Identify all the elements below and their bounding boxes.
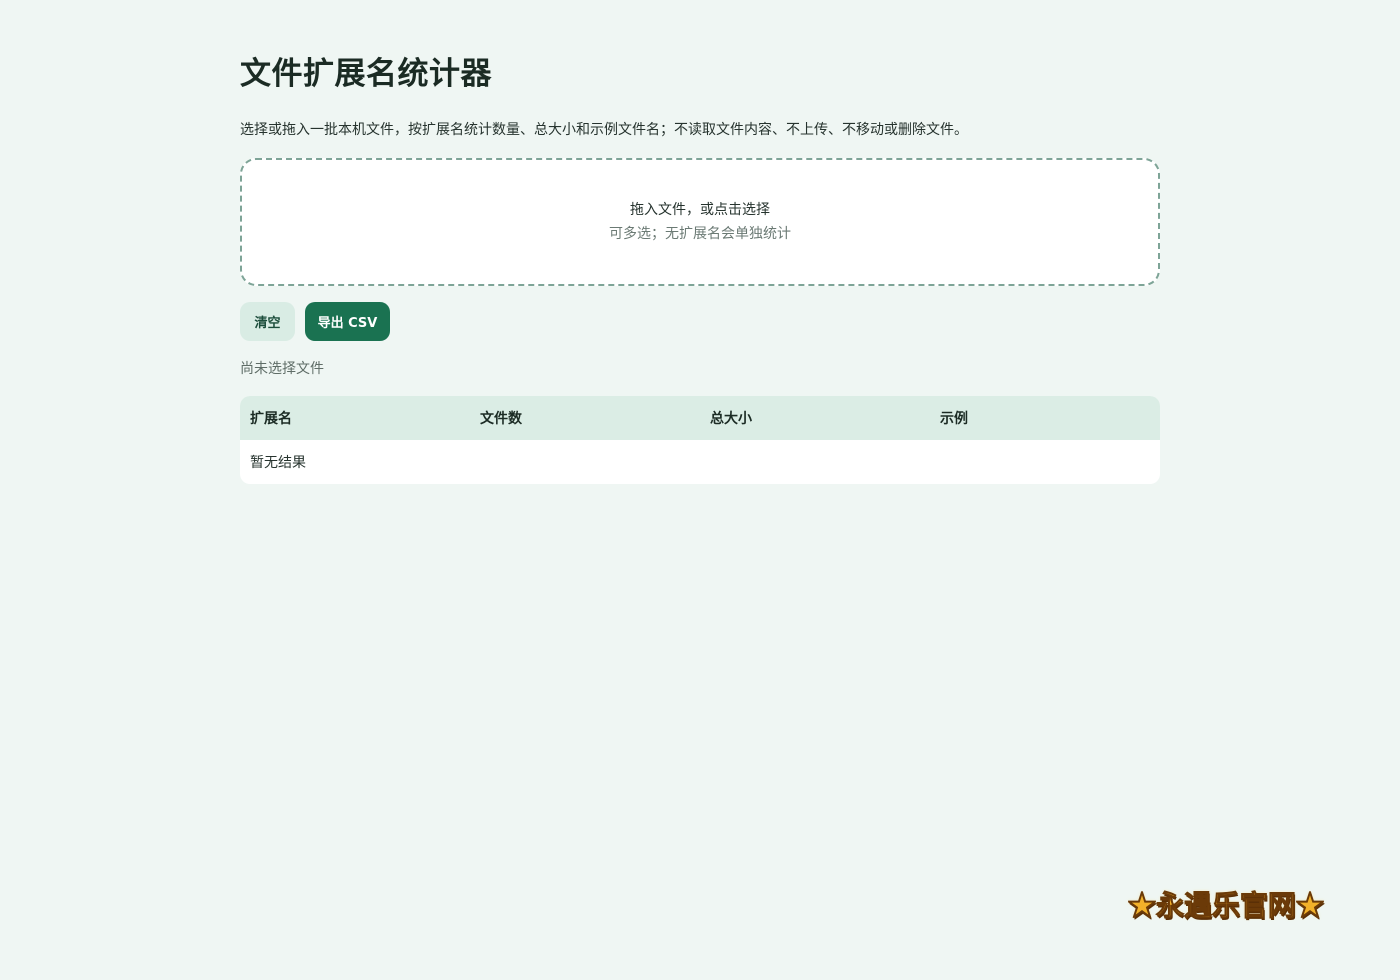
table-header-row: 扩展名 文件数 总大小 示例 (240, 396, 1160, 440)
intro-text: 选择或拖入一批本机文件，按扩展名统计数量、总大小和示例文件名；不读取文件内容、不… (240, 122, 968, 138)
brand-watermark: ★永遇乐官网★ (1127, 889, 1325, 923)
clear-button[interactable]: 清空 (240, 302, 295, 341)
column-header-file-count: 文件数 (480, 411, 522, 427)
main-container: 文件扩展名统计器 选择或拖入一批本机文件，按扩展名统计数量、总大小和示例文件名；… (240, 0, 1160, 484)
status-text: 尚未选择文件 (240, 361, 324, 377)
table-row: 暂无结果 (240, 440, 1160, 484)
results-table: 扩展名 文件数 总大小 示例 暂无结果 (240, 396, 1160, 484)
column-header-total-size: 总大小 (710, 411, 752, 427)
dropzone-main-text: 拖入文件，或点击选择 (630, 202, 770, 218)
dropzone-hint-text: 可多选；无扩展名会单独统计 (609, 226, 791, 242)
export-csv-button[interactable]: 导出 CSV (305, 302, 390, 341)
file-dropzone[interactable]: 拖入文件，或点击选择 可多选；无扩展名会单独统计 (240, 158, 1160, 286)
column-header-examples: 示例 (940, 411, 968, 427)
empty-results-cell: 暂无结果 (250, 455, 306, 471)
column-header-extension: 扩展名 (250, 411, 292, 427)
results-table-container: 扩展名 文件数 总大小 示例 暂无结果 (240, 396, 1160, 484)
page-title: 文件扩展名统计器 (240, 56, 492, 92)
action-bar: 清空 导出 CSV (240, 302, 1160, 341)
